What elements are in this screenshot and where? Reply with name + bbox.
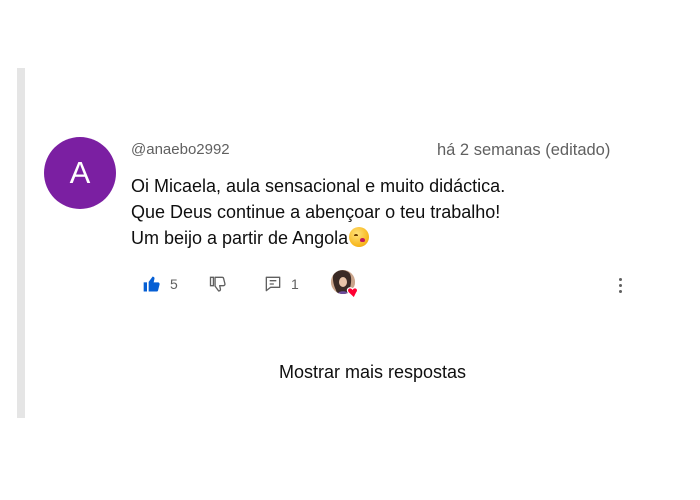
more-vert-icon — [618, 289, 622, 293]
kissing-face-icon — [349, 227, 370, 247]
comment-text: Oi Micaela, aula sensacional e muito did… — [131, 173, 651, 251]
comment-time[interactable]: há 2 semanas (editado) — [437, 141, 610, 160]
comment-line: Que Deus continue a abençoar o teu traba… — [131, 202, 501, 222]
show-more-replies-button[interactable]: Mostrar mais respostas — [279, 362, 466, 383]
thread-line — [17, 68, 25, 418]
reply-icon — [265, 276, 281, 292]
creator-heart[interactable] — [330, 270, 362, 299]
reply-count: 1 — [291, 276, 299, 292]
comment-line: Um beijo a partir de Angola — [131, 225, 651, 251]
comment-author[interactable]: @anaebo2992 — [131, 141, 230, 158]
avatar[interactable]: A — [44, 137, 116, 209]
like-button[interactable]: 5 — [142, 270, 178, 298]
comment-line-text: Um beijo a partir de Angola — [131, 228, 349, 248]
like-count: 5 — [170, 276, 178, 292]
thumbs-down-icon — [209, 276, 226, 292]
avatar-letter: A — [69, 155, 91, 190]
comment-actions: 5 1 — [142, 270, 662, 300]
more-options-button[interactable] — [610, 271, 630, 299]
dislike-button[interactable] — [208, 270, 228, 298]
more-vert-icon — [618, 277, 622, 281]
comment-page: A @anaebo2992 há 2 semanas (editado) Oi … — [0, 0, 700, 500]
thumbs-up-icon — [143, 276, 160, 292]
more-vert-icon — [618, 283, 622, 287]
creator-heart-icon — [331, 270, 359, 299]
comment-line: Oi Micaela, aula sensacional e muito did… — [131, 176, 506, 196]
reply-button[interactable]: 1 — [263, 270, 299, 298]
